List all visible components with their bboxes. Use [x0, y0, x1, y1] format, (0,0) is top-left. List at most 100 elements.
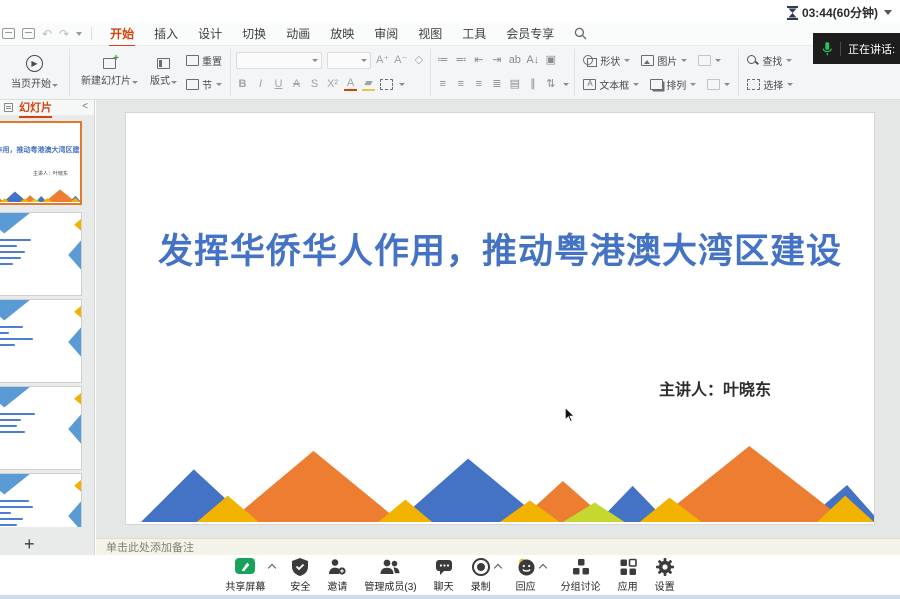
font-color-button[interactable]: A: [344, 78, 357, 91]
share-screen-label: 共享屏幕: [225, 578, 265, 593]
slide-thumbnail-3[interactable]: [0, 299, 82, 383]
tab-member[interactable]: 会员专享: [496, 22, 564, 46]
arrange-button[interactable]: 排列: [647, 74, 699, 94]
breakout-label: 分组讨论: [561, 578, 601, 593]
character-spacing-icon[interactable]: [380, 79, 393, 90]
print-icon[interactable]: [2, 28, 15, 39]
tab-slideshow[interactable]: 放映: [320, 22, 364, 46]
picture-icon: [641, 55, 654, 66]
chevron-up-icon[interactable]: [493, 564, 501, 572]
ribbon-search[interactable]: [574, 27, 587, 40]
play-from-page-button[interactable]: ▶ 当页开始: [5, 49, 64, 96]
invite-button[interactable]: 邀请: [327, 557, 347, 593]
justify-icon[interactable]: ≣: [490, 79, 503, 90]
italic-button[interactable]: I: [254, 79, 267, 90]
align-right-icon[interactable]: ≡: [472, 79, 485, 90]
divider: [840, 42, 841, 56]
chevron-up-icon[interactable]: [538, 564, 546, 572]
align-center-icon[interactable]: ≡: [454, 79, 467, 90]
record-button[interactable]: 录制: [471, 557, 491, 593]
thumbnail-text-lines: [0, 326, 33, 350]
tab-animation[interactable]: 动画: [276, 22, 320, 46]
numbering-icon[interactable]: ≕: [454, 55, 467, 66]
slide-panel: 幻灯片 < 发挥华侨华人作用，推动粤港澳大湾区建设 主讲人：叶晓东: [0, 100, 95, 555]
tab-slides[interactable]: 幻灯片: [19, 99, 52, 116]
titlebar: 03:44(60分钟): [0, 0, 900, 22]
picture-button[interactable]: 图片: [638, 51, 690, 71]
chevron-down-icon: [633, 83, 639, 86]
find-button[interactable]: 查找: [744, 51, 796, 71]
strikethrough-button[interactable]: A: [290, 79, 303, 90]
decrease-font-icon[interactable]: A⁻: [394, 55, 407, 66]
tab-insert[interactable]: 插入: [144, 22, 188, 46]
preview-icon[interactable]: [22, 28, 35, 39]
undo-icon[interactable]: ↶: [42, 28, 52, 40]
layout-icon: [157, 58, 170, 69]
slide-thumbnail-4[interactable]: [0, 386, 82, 470]
chevron-down-icon: [171, 81, 177, 84]
security-button[interactable]: 安全: [290, 557, 310, 593]
align-left-icon[interactable]: ≡: [436, 79, 449, 90]
reset-button[interactable]: 重置: [183, 51, 225, 71]
distribute-icon[interactable]: ▤: [508, 79, 521, 90]
media-button[interactable]: [704, 74, 733, 94]
collapse-panel-icon[interactable]: <: [82, 101, 88, 112]
chevron-up-icon[interactable]: [268, 564, 276, 572]
increase-font-icon[interactable]: A⁺: [376, 55, 389, 66]
breakout-button[interactable]: 分组讨论: [561, 557, 601, 593]
increase-indent-icon[interactable]: ⇥: [490, 55, 503, 66]
slide-canvas[interactable]: 发挥华侨华人作用，推动粤港澳大湾区建设 主讲人：叶晓东: [125, 112, 875, 525]
superscript-button[interactable]: X²: [326, 79, 339, 90]
tab-home[interactable]: 开始: [100, 22, 144, 46]
bullets-icon[interactable]: ≔: [436, 55, 449, 66]
highlight-color-button[interactable]: ▰: [362, 78, 375, 91]
settings-button[interactable]: 设置: [655, 557, 675, 593]
text-direction-icon[interactable]: A↓: [526, 55, 539, 66]
font-family-select[interactable]: [236, 52, 322, 69]
members-button[interactable]: 管理成员(3): [364, 557, 416, 593]
select-button[interactable]: 选择: [744, 74, 796, 94]
layout-button[interactable]: 版式: [144, 49, 183, 96]
meeting-timer[interactable]: 03:44(60分钟): [787, 4, 892, 21]
phonetic-guide-icon[interactable]: ab: [508, 55, 521, 66]
add-slide-button[interactable]: +: [24, 535, 35, 553]
format-painter-icon[interactable]: ▣: [544, 55, 557, 66]
underline-button[interactable]: U: [272, 79, 285, 90]
section-button[interactable]: 节: [183, 74, 225, 94]
tab-design[interactable]: 设计: [188, 22, 232, 46]
media-icon: [707, 79, 720, 90]
ribbon-group-font: A⁺ A⁻ ◇ B I U A S X² A ▰: [231, 49, 431, 96]
redo-icon[interactable]: ↷: [59, 28, 69, 40]
slide-thumbnail-5[interactable]: [0, 473, 82, 527]
slide-title[interactable]: 发挥华侨华人作用，推动粤港澳大湾区建设: [126, 223, 874, 274]
reaction-button[interactable]: 回应: [516, 557, 536, 593]
columns-icon[interactable]: ∥: [526, 79, 539, 90]
shadow-button[interactable]: S: [308, 79, 321, 90]
textbox-button[interactable]: 文本框: [580, 74, 642, 94]
tab-review[interactable]: 审阅: [364, 22, 408, 46]
chat-button[interactable]: 聊天: [434, 557, 454, 593]
slide-thumbnail-2[interactable]: [0, 212, 82, 296]
decrease-indent-icon[interactable]: ⇤: [472, 55, 485, 66]
tab-transition[interactable]: 切换: [232, 22, 276, 46]
notes-bar[interactable]: 单击此处添加备注: [96, 538, 900, 555]
line-spacing-icon[interactable]: ⇅: [544, 79, 557, 90]
application-window: 03:44(60分钟) ↶ ↷ 开始 插入 设计 切换 动画 放映 审阅 视图 …: [0, 0, 900, 599]
chart-button[interactable]: [695, 51, 724, 71]
speaking-indicator: 正在讲话:: [813, 33, 900, 64]
divider: [91, 27, 92, 40]
new-slide-button[interactable]: 新建幻灯片: [75, 49, 144, 96]
share-screen-button[interactable]: 共享屏幕: [225, 557, 265, 593]
clear-format-icon[interactable]: ◇: [412, 55, 425, 66]
bold-button[interactable]: B: [236, 79, 249, 90]
apps-button[interactable]: 应用: [618, 557, 638, 593]
quick-access-more-icon[interactable]: [76, 32, 82, 36]
slide-presenter[interactable]: 主讲人：叶晓东: [659, 376, 771, 400]
tab-view[interactable]: 视图: [408, 22, 452, 46]
tab-tools[interactable]: 工具: [452, 22, 496, 46]
chevron-down-icon: [132, 81, 138, 84]
shapes-button[interactable]: 形状: [580, 51, 633, 71]
slide-thumbnail-1[interactable]: 发挥华侨华人作用，推动粤港澳大湾区建设 主讲人：叶晓东: [0, 121, 82, 205]
font-size-select[interactable]: [327, 52, 371, 69]
timer-dropdown-icon[interactable]: [884, 10, 892, 15]
